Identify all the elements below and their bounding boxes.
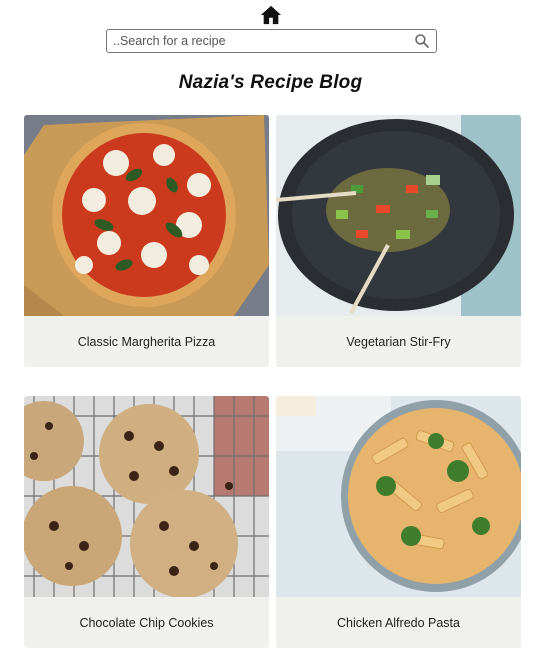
- recipe-title[interactable]: Vegetarian Stir-Fry: [276, 316, 521, 367]
- recipe-card-chicken-alfredo-pasta[interactable]: Chicken Alfredo Pasta: [276, 396, 521, 648]
- recipe-title[interactable]: Classic Margherita Pizza: [24, 316, 269, 367]
- page-title: Nazia's Recipe Blog: [178, 72, 363, 93]
- recipe-title[interactable]: Chicken Alfredo Pasta: [276, 597, 521, 648]
- recipe-image-pasta: [276, 396, 521, 597]
- recipe-card-vegetarian-stir-fry[interactable]: Vegetarian Stir-Fry: [276, 115, 521, 367]
- search-icon[interactable]: [414, 33, 430, 49]
- search-input[interactable]: [107, 30, 414, 52]
- recipe-image-cookies: [24, 396, 269, 597]
- recipe-image-stir-fry: [276, 115, 521, 316]
- top-bar: [0, 0, 541, 26]
- recipe-title[interactable]: Chocolate Chip Cookies: [24, 597, 269, 648]
- home-icon[interactable]: [260, 4, 282, 26]
- recipe-image-pizza: [24, 115, 269, 316]
- search-bar: [106, 29, 437, 53]
- recipe-card-chocolate-chip-cookies[interactable]: Chocolate Chip Cookies: [24, 396, 269, 648]
- recipe-card-margherita-pizza[interactable]: Classic Margherita Pizza: [24, 115, 269, 367]
